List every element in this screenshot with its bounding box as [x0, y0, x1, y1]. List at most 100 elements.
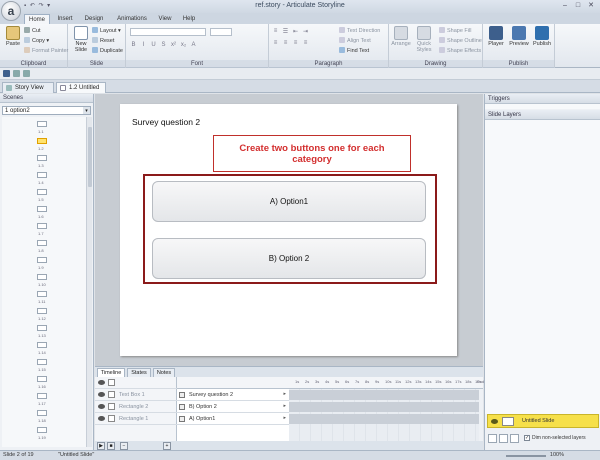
- table-row[interactable]: Survey question 2 ▸: [177, 389, 289, 401]
- justify-icon[interactable]: ≡: [302, 40, 309, 46]
- maximize-icon[interactable]: □: [573, 1, 583, 10]
- slide-thumbnail[interactable]: [37, 172, 47, 178]
- superscript-icon[interactable]: x²: [170, 42, 177, 48]
- slide-thumbnail[interactable]: [37, 121, 47, 127]
- indent-icon[interactable]: ⇤: [292, 28, 299, 35]
- cut-button[interactable]: Cut: [24, 27, 41, 34]
- tab-timeline[interactable]: Timeline: [97, 368, 125, 377]
- quick-styles-button[interactable]: Quick Styles: [413, 26, 435, 53]
- delete-layer-icon[interactable]: [510, 433, 519, 443]
- align-right-icon[interactable]: ≡: [292, 40, 299, 46]
- tab-home[interactable]: Home: [24, 14, 50, 24]
- tab-animations[interactable]: Animations: [113, 14, 151, 24]
- timeline-bar[interactable]: [289, 390, 479, 400]
- tab-insert[interactable]: Insert: [54, 14, 76, 24]
- format-painter-button[interactable]: Format Painter: [24, 47, 68, 54]
- eye-icon[interactable]: [98, 392, 105, 397]
- lock-icon[interactable]: [108, 403, 115, 410]
- save-icon[interactable]: [3, 70, 10, 77]
- find-text-button[interactable]: Find Text: [339, 47, 369, 54]
- slide-thumbnail[interactable]: [37, 189, 47, 195]
- zoom-out-icon[interactable]: −: [120, 442, 128, 450]
- timeline-end-marker[interactable]: End: [477, 379, 484, 384]
- publish-button[interactable]: Publish: [531, 26, 553, 47]
- tab-help[interactable]: Help: [180, 14, 198, 24]
- subscript-icon[interactable]: x₂: [180, 42, 187, 48]
- option-a-button[interactable]: A) Option1: [152, 181, 426, 222]
- copy-button[interactable]: Copy ▾: [24, 37, 49, 44]
- scenes-scrollbar[interactable]: [86, 117, 92, 447]
- eye-icon[interactable]: [98, 380, 105, 385]
- dim-layers-checkbox[interactable]: ✓ Dim non-selected layers: [524, 435, 586, 441]
- slide-title[interactable]: Survey question 2: [132, 117, 200, 127]
- shape-fill-button[interactable]: Shape Fill: [439, 27, 471, 34]
- lock-icon[interactable]: [108, 391, 115, 398]
- slide-thumbnail[interactable]: [37, 393, 47, 399]
- slide-thumbnail[interactable]: [37, 257, 47, 263]
- scroll-thumb[interactable]: [88, 127, 92, 187]
- slide-thumbnail[interactable]: [37, 342, 47, 348]
- italic-icon[interactable]: I: [140, 42, 147, 48]
- slide-thumbnail[interactable]: [37, 359, 47, 365]
- font-size-dropdown[interactable]: [210, 28, 232, 36]
- font-family-dropdown[interactable]: [130, 28, 206, 36]
- minimize-icon[interactable]: –: [560, 1, 570, 10]
- option-b-button[interactable]: B) Option 2: [152, 238, 426, 279]
- slide-thumbnail[interactable]: [37, 376, 47, 382]
- slide-canvas[interactable]: Survey question 2 Create two buttons one…: [120, 104, 457, 356]
- table-row[interactable]: Rectangle 1: [95, 413, 177, 425]
- align-center-icon[interactable]: ≡: [282, 40, 289, 46]
- slide-thumbnail[interactable]: [37, 308, 47, 314]
- duplicate-layer-icon[interactable]: [499, 433, 508, 443]
- new-layer-icon[interactable]: [488, 433, 497, 443]
- eye-icon[interactable]: [98, 416, 105, 421]
- eye-icon[interactable]: [98, 404, 105, 409]
- bold-icon[interactable]: B: [130, 42, 137, 48]
- tab-view[interactable]: View: [156, 14, 174, 24]
- table-row[interactable]: B) Option 2 ▸: [177, 401, 289, 413]
- table-row[interactable]: Rectangle 2: [95, 401, 177, 413]
- stop-icon[interactable]: ■: [107, 442, 115, 450]
- undo-icon[interactable]: [13, 70, 20, 77]
- zoom-level[interactable]: 100%: [550, 451, 564, 460]
- play-icon[interactable]: ▶: [97, 442, 105, 450]
- layout-button[interactable]: Layout ▾: [92, 27, 121, 34]
- slide-thumbnail[interactable]: [37, 325, 47, 331]
- slide-thumbnail[interactable]: [37, 223, 47, 229]
- align-left-icon[interactable]: ≡: [272, 40, 279, 46]
- arrange-button[interactable]: Arrange: [390, 26, 412, 47]
- align-text-button[interactable]: Align Text: [339, 37, 371, 44]
- duplicate-button[interactable]: Duplicate: [92, 47, 123, 54]
- base-layer-row[interactable]: Untitled Slide: [487, 414, 599, 428]
- timeline-ruler[interactable]: 1s 2s 3s 4s 5s 6s 7s 8s 9s 10s 11s 12s 13s 14s 15s 16s 1…: [177, 377, 484, 389]
- shape-outline-button[interactable]: Shape Outline: [439, 37, 482, 44]
- slide-thumbnail[interactable]: [37, 427, 47, 433]
- reset-button[interactable]: Reset: [92, 37, 114, 44]
- outdent-icon[interactable]: ⇥: [302, 28, 309, 35]
- preview-button[interactable]: Preview: [508, 26, 530, 47]
- text-direction-button[interactable]: Text Direction: [339, 27, 380, 34]
- strikethrough-icon[interactable]: S: [160, 42, 167, 48]
- slide-thumbnail[interactable]: [37, 410, 47, 416]
- numbering-icon[interactable]: ☰: [282, 28, 289, 35]
- underline-icon[interactable]: U: [150, 42, 157, 48]
- slide-thumbnail[interactable]: [37, 138, 47, 144]
- timeline-bar[interactable]: [289, 402, 479, 412]
- slide-thumbnail[interactable]: [37, 291, 47, 297]
- lock-icon[interactable]: [108, 415, 115, 422]
- zoom-in-icon[interactable]: +: [163, 442, 171, 450]
- close-icon[interactable]: ✕: [586, 1, 596, 10]
- scene-dropdown[interactable]: 1 option2 ▾: [2, 106, 91, 115]
- redo-icon[interactable]: [23, 70, 30, 77]
- tab-story-view[interactable]: Story View: [2, 82, 54, 93]
- tab-notes[interactable]: Notes: [153, 368, 175, 377]
- paste-button[interactable]: Paste: [2, 26, 24, 47]
- app-logo[interactable]: a: [1, 1, 21, 21]
- visibility-eye-icon[interactable]: [491, 419, 498, 424]
- shape-effects-button[interactable]: Shape Effects: [439, 47, 481, 54]
- new-slide-button[interactable]: New Slide: [70, 26, 92, 53]
- slide-thumbnail[interactable]: [37, 240, 47, 246]
- slide-thumbnail[interactable]: [37, 274, 47, 280]
- bullets-icon[interactable]: ≡: [272, 28, 279, 35]
- checkbox-icon[interactable]: ✓: [524, 435, 530, 441]
